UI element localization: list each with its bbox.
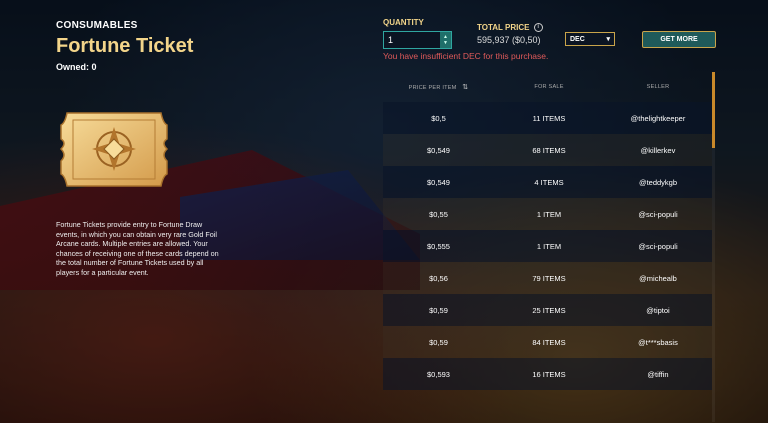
quantity-input[interactable] (384, 32, 440, 48)
table-row[interactable]: $0,55 1 ITEM @sci-populi (383, 198, 712, 230)
seller-cell: @sci-populi (638, 209, 678, 219)
price-cell: $0,59 (429, 305, 448, 315)
column-header-price-text: PRICE PER ITEM (408, 85, 457, 91)
column-header-for-sale: FOR SALE (534, 84, 564, 90)
price-cell: $0,593 (427, 369, 450, 379)
sort-icon[interactable]: ⇅ (462, 84, 468, 91)
seller-cell: @killerkev (640, 145, 676, 155)
seller-cell: @michealb (639, 273, 677, 283)
scrollbar-thumb[interactable] (712, 72, 715, 148)
table-row[interactable]: $0,59 25 ITEMS @tiptoi (383, 294, 712, 326)
for-sale-cell: 11 ITEMS (532, 113, 566, 123)
insufficient-funds-warning: You have insufficient DEC for this purch… (383, 51, 549, 61)
item-header: CONSUMABLES Fortune Ticket Owned: 0 (56, 20, 256, 72)
table-row[interactable]: $0,549 68 ITEMS @killerkev (383, 134, 712, 166)
price-cell: $0,555 (427, 241, 450, 251)
currency-value: DEC (570, 35, 585, 43)
category-label: CONSUMABLES (56, 20, 138, 31)
quantity-label: QUANTITY (383, 18, 424, 27)
table-row[interactable]: $0,555 1 ITEM @sci-populi (383, 230, 712, 262)
for-sale-cell: 79 ITEMS (532, 273, 566, 283)
currency-select[interactable]: DEC ▾ (565, 32, 615, 46)
seller-cell: @sci-populi (638, 241, 678, 251)
price-cell: $0,59 (429, 337, 448, 347)
for-sale-cell: 1 ITEM (536, 209, 562, 219)
column-header-seller: SELLER (646, 84, 670, 90)
for-sale-cell: 84 ITEMS (532, 337, 566, 347)
total-price-label-text: TOTAL PRICE (477, 23, 530, 32)
seller-cell: @teddykgb (638, 177, 678, 187)
total-price-label: TOTAL PRICE i (477, 23, 543, 33)
owned-count: Owned: 0 (56, 62, 97, 72)
get-more-button[interactable]: GET MORE (642, 31, 716, 48)
seller-cell: @t***sbasis (638, 337, 678, 347)
price-cell: $0,549 (427, 145, 450, 155)
seller-cell: @thelightkeeper (630, 113, 686, 123)
price-cell: $0,55 (429, 209, 448, 219)
item-description: Fortune Tickets provide entry to Fortune… (56, 220, 219, 277)
table-row[interactable]: $0,593 16 ITEMS @tiffin (383, 358, 712, 390)
chevron-down-icon: ▾ (606, 36, 610, 43)
total-price-value: 595,937 ($0,50) (477, 35, 541, 45)
quantity-stepper[interactable]: ▲ ▼ (383, 31, 452, 49)
quantity-step-buttons[interactable]: ▲ ▼ (440, 32, 451, 48)
table-row[interactable]: $0,56 79 ITEMS @michealb (383, 262, 712, 294)
table-row[interactable]: $0,59 84 ITEMS @t***sbasis (383, 326, 712, 358)
for-sale-cell: 16 ITEMS (532, 369, 566, 379)
price-cell: $0,549 (427, 177, 450, 187)
for-sale-cell: 25 ITEMS (532, 305, 566, 315)
for-sale-cell: 4 ITEMS (534, 177, 564, 187)
table-row[interactable]: $0,5 11 ITEMS @thelightkeeper (383, 102, 712, 134)
seller-cell: @tiffin (647, 369, 669, 379)
fortune-ticket-icon (59, 112, 169, 187)
for-sale-cell: 1 ITEM (536, 241, 562, 251)
seller-cell: @tiptoi (646, 305, 670, 315)
column-header-price[interactable]: PRICE PER ITEM ⇅ (383, 83, 494, 91)
price-cell: $0,56 (429, 273, 448, 283)
for-sale-cell: 68 ITEMS (532, 145, 566, 155)
price-cell: $0,5 (431, 113, 446, 123)
chevron-down-icon[interactable]: ▼ (443, 40, 448, 46)
table-row[interactable]: $0,549 4 ITEMS @teddykgb (383, 166, 712, 198)
info-icon[interactable]: i (533, 23, 543, 33)
table-rows: $0,5 11 ITEMS @thelightkeeper $0,549 68 ITE… (383, 102, 712, 390)
item-title: Fortune Ticket (56, 35, 194, 57)
listings-table: PRICE PER ITEM ⇅ FOR SALE SELLER $0,5 11 … (383, 78, 712, 390)
table-header: PRICE PER ITEM ⇅ FOR SALE SELLER (383, 78, 712, 96)
